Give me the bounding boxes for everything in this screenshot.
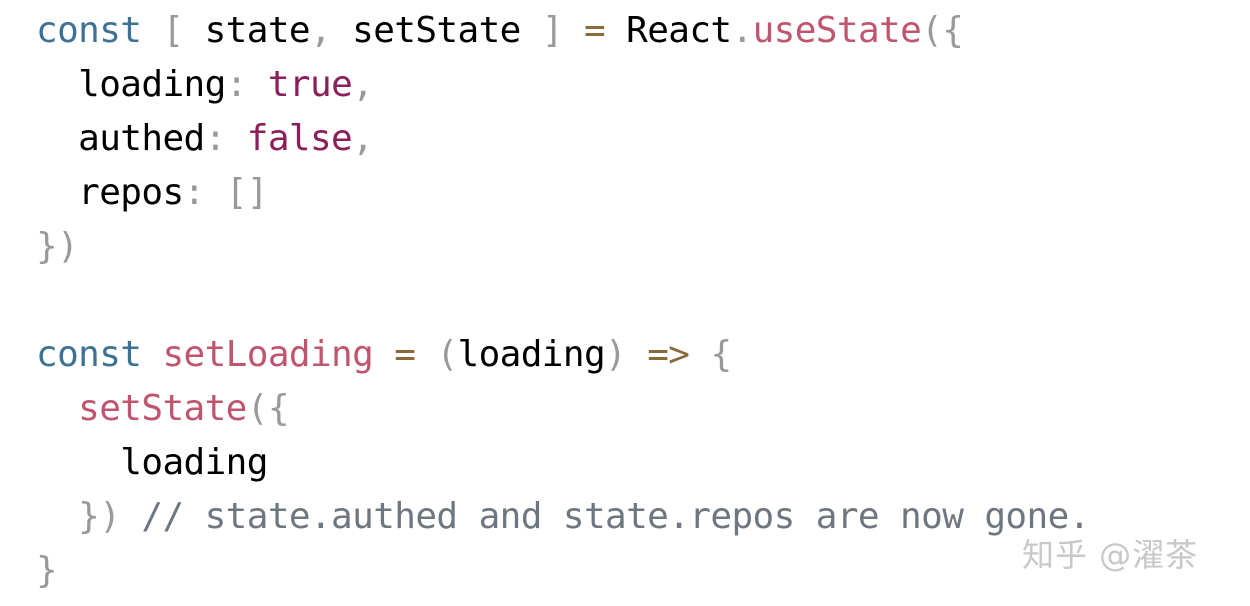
code-line-1: const [ state, setState ] = React.useSta… — [36, 4, 1090, 58]
comment: // state.authed and state.repos are now … — [141, 496, 1090, 537]
colon: : — [183, 172, 206, 213]
identifier-loading: loading — [120, 442, 268, 483]
comma: , — [352, 118, 374, 159]
brace-paren-close: }) — [36, 226, 79, 267]
code-line-6 — [36, 274, 1090, 328]
watermark: 知乎 @濯茶 — [1022, 536, 1199, 574]
comma: , — [352, 64, 374, 105]
dot: . — [731, 10, 754, 51]
operator-equals: = — [394, 334, 416, 375]
blank — [36, 280, 57, 321]
bracket-open: [ — [162, 10, 184, 51]
empty-array: [] — [225, 172, 269, 213]
function-usestate: useState — [752, 10, 922, 51]
code-line-5: }) — [36, 220, 1090, 274]
paren-open: ( — [246, 388, 269, 429]
code-line-11: } — [36, 544, 1090, 598]
brace-open: { — [267, 388, 290, 429]
property-loading: loading — [78, 64, 226, 105]
paren-open: ( — [921, 10, 943, 51]
function-setloading: setLoading — [162, 334, 374, 375]
function-setstate: setState — [78, 388, 247, 429]
identifier-state: state — [204, 10, 311, 51]
code-line-2: loading: true, — [36, 58, 1090, 112]
code-line-4: repos: [] — [36, 166, 1090, 220]
code-line-10: }) // state.authed and state.repos are n… — [36, 490, 1090, 544]
code-line-7: const setLoading = (loading) => { — [36, 328, 1090, 382]
paren-open: ( — [436, 334, 458, 375]
param-loading: loading — [457, 334, 606, 375]
boolean-true: true — [267, 64, 353, 105]
code-block: const [ state, setState ] = React.useSta… — [36, 4, 1090, 598]
code-line-8: setState({ — [36, 382, 1090, 436]
property-authed: authed — [78, 118, 205, 159]
identifier-setstate: setState — [352, 10, 521, 51]
bracket-close: ] — [541, 10, 564, 51]
colon: : — [225, 64, 248, 105]
code-line-3: authed: false, — [36, 112, 1090, 166]
code-line-9: loading — [36, 436, 1090, 490]
property-repos: repos — [78, 172, 184, 213]
boolean-false: false — [246, 118, 353, 159]
brace-open: { — [942, 10, 964, 51]
brace-open: { — [710, 334, 732, 375]
brace-close: } — [36, 550, 58, 591]
operator-equals: = — [583, 10, 606, 51]
operator-arrow: => — [647, 334, 690, 375]
keyword-const: const — [36, 10, 142, 51]
comma: , — [309, 10, 332, 51]
keyword-const: const — [36, 334, 142, 375]
colon: : — [204, 118, 227, 159]
paren-close: ) — [605, 334, 627, 375]
brace-paren-close: }) — [78, 496, 121, 537]
identifier-react: React — [626, 10, 732, 51]
